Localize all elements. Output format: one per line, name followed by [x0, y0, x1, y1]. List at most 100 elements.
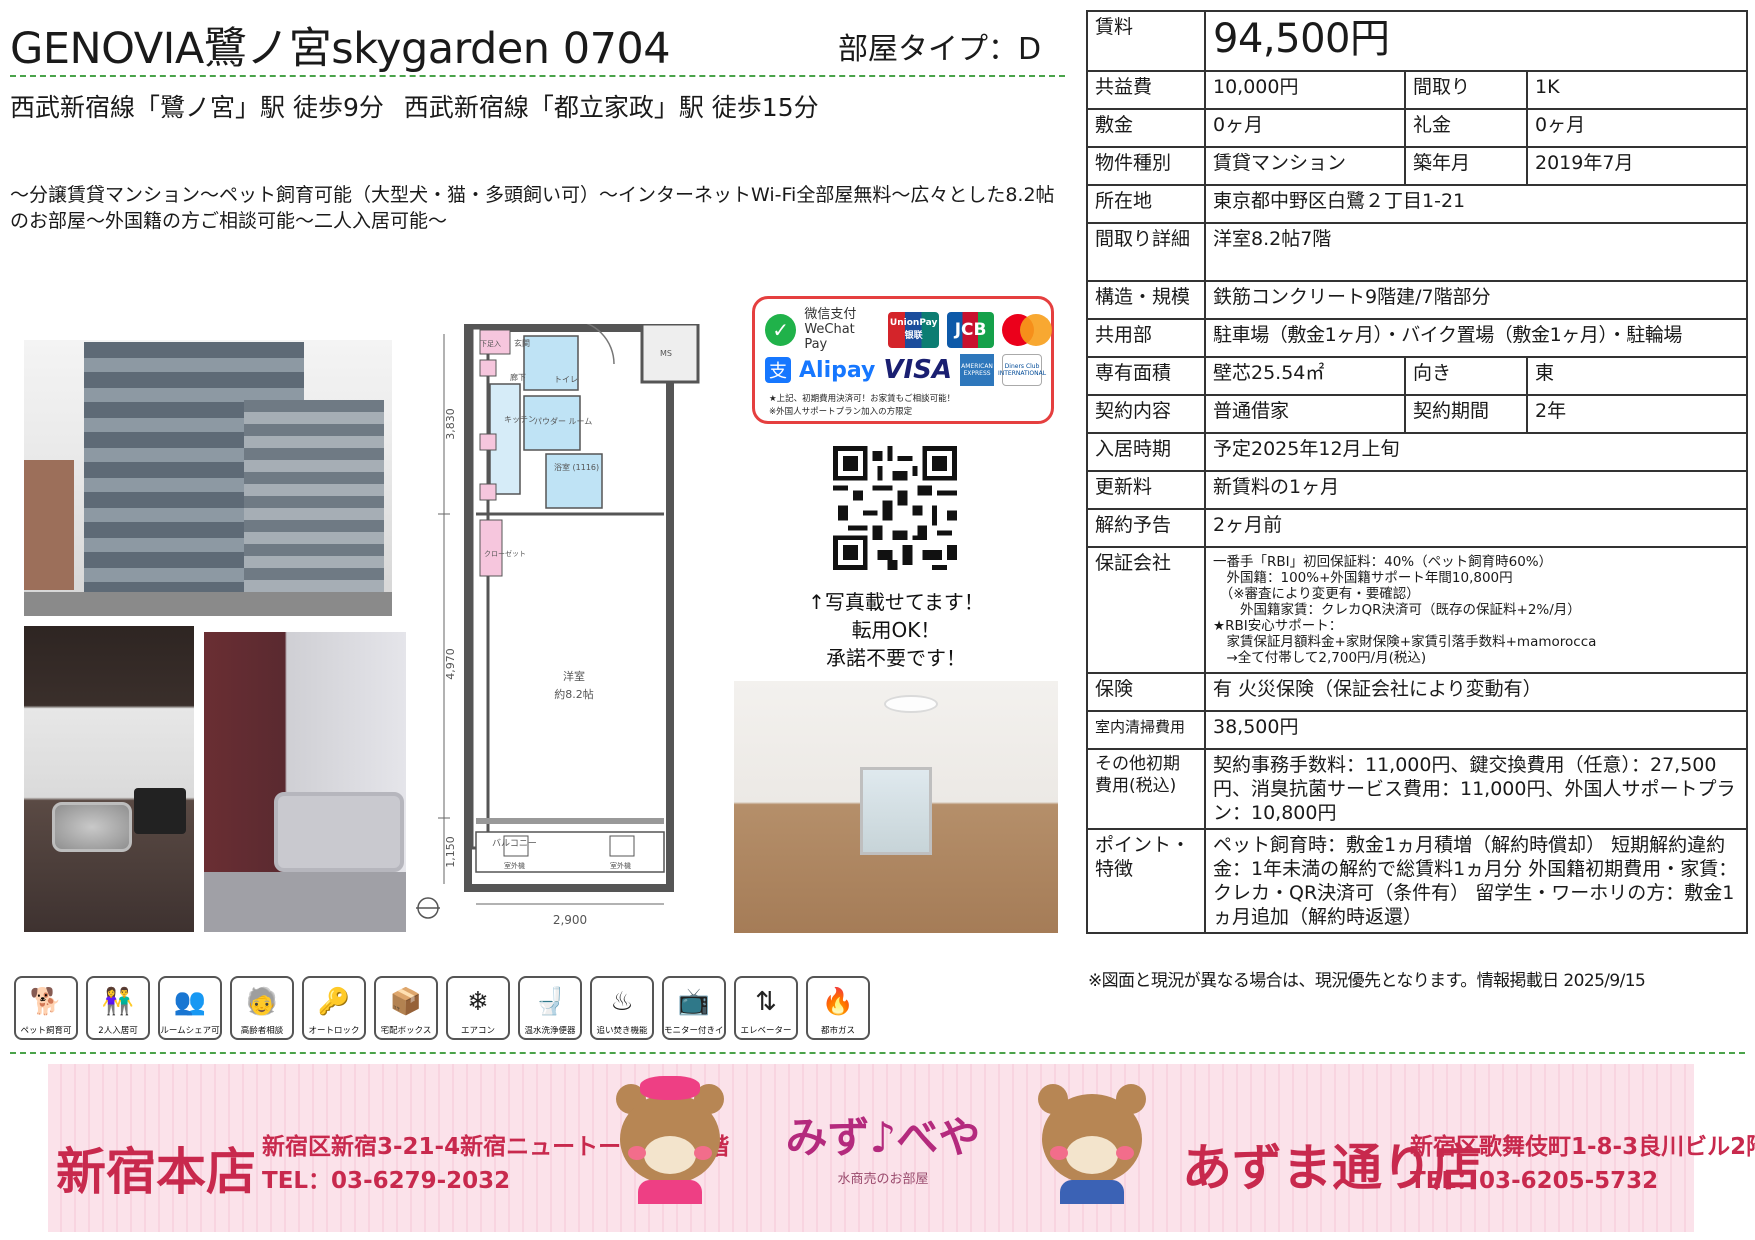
store-2-address: 新宿区歌舞伎町1-8-3良川ビル2階 [1410, 1134, 1755, 1160]
built-label: 築年月 [1404, 146, 1528, 186]
other-fees-value: 契約事務手数料：11,000円、鍵交換費用（任意）：27,500円、消臭抗菌サー… [1204, 748, 1748, 830]
store-1-name: 新宿本店 [56, 1143, 256, 1201]
unionpay-icon: UnionPay 银联 [888, 311, 940, 348]
fp-room-label: 洋室 [563, 669, 585, 683]
fp-kitchen: キッチン [504, 415, 536, 424]
key-money-label: 礼金 [1404, 108, 1528, 148]
cleaning-fee-value: 38,500円 [1204, 710, 1748, 750]
property-type-label: 物件種別 [1086, 146, 1206, 186]
fp-dim-balcony: 1,150 [444, 836, 457, 868]
air-conditioner-icon: ❄ エアコン [446, 976, 510, 1040]
fp-outdoor-unit-2: 室外機 [610, 861, 631, 870]
cancel-notice-value: 2ヶ月前 [1204, 508, 1748, 548]
contract-period-value: 2年 [1526, 394, 1748, 434]
structure-label: 構造・規模 [1086, 280, 1206, 320]
brand-logo: みず♪べや [785, 1113, 981, 1162]
renewal-fee-label: 更新料 [1086, 470, 1206, 510]
room-share-icon: 👥 ルームシェア可 [158, 976, 222, 1040]
insurance-label: 保険 [1086, 672, 1206, 712]
shared-facilities-label: 共用部 [1086, 318, 1206, 358]
layout-detail-value: 洋室8.2帖7階 [1204, 222, 1748, 282]
jcb-icon: JCB [947, 311, 995, 348]
fp-ms: MS [660, 349, 672, 358]
elevator-icon: ⇅ エレベーター [734, 976, 798, 1040]
bathroom-photo [204, 632, 406, 932]
bear-mascot-girl [608, 1076, 732, 1204]
qr-code[interactable] [833, 446, 957, 570]
rent-label: 賃料 [1086, 10, 1206, 72]
fp-hall: 廊下 [510, 372, 526, 382]
alipay-label: Alipay [799, 357, 876, 383]
fp-dim-lower: 4,970 [444, 648, 457, 680]
station-1: 西武新宿線「鷺ノ宮」駅 徒歩9分 [10, 93, 384, 122]
bear-mascot-boy [1030, 1076, 1154, 1204]
points-value: ペット飼育時：敷金1ヵ月積増（解約時償却） 短期解約違約金：1年未満の解約で総賃… [1204, 828, 1748, 934]
layout-label: 間取り [1404, 70, 1528, 110]
station-2: 西武新宿線「都立家政」駅 徒歩15分 [403, 93, 819, 122]
fp-dim-upper: 3,830 [444, 408, 457, 440]
move-in-value: 予定2025年12月上旬 [1204, 432, 1748, 472]
insurance-value: 有 火災保険（保証会社により変動有） [1204, 672, 1748, 712]
banner-divider [10, 1052, 1745, 1054]
layout-detail-label: 間取り詳細 [1086, 222, 1206, 282]
contract-value: 普通借家 [1204, 394, 1406, 434]
city-gas-icon: 🔥 都市ガス [806, 976, 870, 1040]
feature-icons: 🐕 ペット飼育可 👫 2人入居可 👥 ルームシェア可 🧓 高齢者相談 🔑 オートロック 📦… [14, 976, 870, 1040]
room-interior-photo [734, 681, 1058, 933]
kitchen-photo [24, 626, 194, 932]
cancel-notice-label: 解約予告 [1086, 508, 1206, 548]
delivery-box-icon: 📦 宅配ボックス [374, 976, 438, 1040]
renewal-fee-value: 新賃料の1ヶ月 [1204, 470, 1748, 510]
property-title: GENOVIA鷺ノ宮skygarden 0704 [10, 24, 671, 74]
move-in-label: 入居時期 [1086, 432, 1206, 472]
fp-shoebox: 下足入 [480, 340, 501, 348]
fp-bath: 浴室 (1116) [554, 462, 599, 472]
contract-period-label: 契約期間 [1404, 394, 1528, 434]
structure-value: 鉄筋コンクリート9階建/7階部分 [1204, 280, 1748, 320]
points-label: ポイント・ 特徴 [1086, 828, 1206, 934]
built-value: 2019年7月 [1526, 146, 1748, 186]
address-value: 東京都中野区白鷺２丁目1-21 [1204, 184, 1748, 224]
cleaning-fee-label: 室内清掃費用 [1086, 710, 1206, 750]
guarantee-value: 一番手「RBI」初回保証料：40%（ペット飼育時60%） 外国籍：100%+外国… [1204, 546, 1748, 674]
direction-value: 東 [1526, 356, 1748, 396]
qr-caption: ↑写真載せてます！ 転用OK！ 承諾不要です！ [808, 590, 984, 670]
fp-entrance: 玄関 [514, 338, 530, 348]
area-label: 専有面積 [1086, 356, 1206, 396]
wechat-pay-icon: ✓ [765, 313, 797, 346]
store-banner: 新宿本店 新宿区新宿3-21-4新宿ニュートーワビル1階 TEL：03-6279… [48, 1064, 1755, 1232]
reheat-bath-icon: ♨ 追い焚き機能 [590, 976, 654, 1040]
fp-powder: パウダー ルーム [534, 416, 592, 426]
mastercard-icon [1002, 312, 1053, 348]
wechat-pay-label: 微信支付 WeChat Pay [804, 307, 857, 352]
station-access: 西武新宿線「鷺ノ宮」駅 徒歩9分 西武新宿線「都立家政」駅 徒歩15分 [10, 88, 819, 124]
fp-balcony: バルコニー [492, 838, 537, 849]
title-divider [10, 75, 1065, 77]
fp-dim-width: 2,900 [553, 913, 587, 927]
intercom-icon: 📺モニター付きインターホン [662, 976, 726, 1040]
direction-label: 向き [1404, 356, 1528, 396]
elderly-icon: 🧓 高齢者相談 [230, 976, 294, 1040]
rent-value: 94,500円 [1204, 10, 1748, 72]
key-money-value: 0ヶ月 [1526, 108, 1748, 148]
building-exterior-photo [24, 340, 392, 616]
common-fee-label: 共益費 [1086, 70, 1206, 110]
fp-outdoor-unit-1: 室外機 [504, 861, 525, 870]
floor-plan: 3,830 4,970 1,150 2,900 洋室 約8.2帖 バルコニー 玄… [416, 324, 700, 927]
layout-value: 1K [1526, 70, 1748, 110]
visa-icon: VISA [883, 355, 953, 385]
brand-tagline: 水商売のお部屋 [837, 1172, 929, 1187]
alipay-icon: 支 [765, 357, 791, 383]
pet-icon: 🐕 ペット飼育可 [14, 976, 78, 1040]
shared-facilities-value: 駐車場（敷金1ヶ月）・バイク置場（敷金1ヶ月）・駐輪場 [1204, 318, 1748, 358]
address-label: 所在地 [1086, 184, 1206, 224]
common-fee-value: 10,000円 [1204, 70, 1406, 110]
amex-icon: AMERICAN EXPRESS [960, 354, 995, 386]
fp-closet: クローゼット [484, 549, 526, 558]
washlet-icon: 🚽 温水洗浄便器 [518, 976, 582, 1040]
contract-label: 契約内容 [1086, 394, 1206, 434]
store-2-info: 新宿区歌舞伎町1-8-3良川ビル2階 TEL：03-6205-5732 [1410, 1130, 1755, 1198]
payment-methods-badge: ✓ 微信支付 WeChat Pay UnionPay 银联 JCB 支 Alip… [752, 296, 1054, 424]
store-2-tel[interactable]: TEL：03-6205-5732 [1410, 1164, 1755, 1198]
fp-room-size: 約8.2帖 [554, 687, 594, 701]
